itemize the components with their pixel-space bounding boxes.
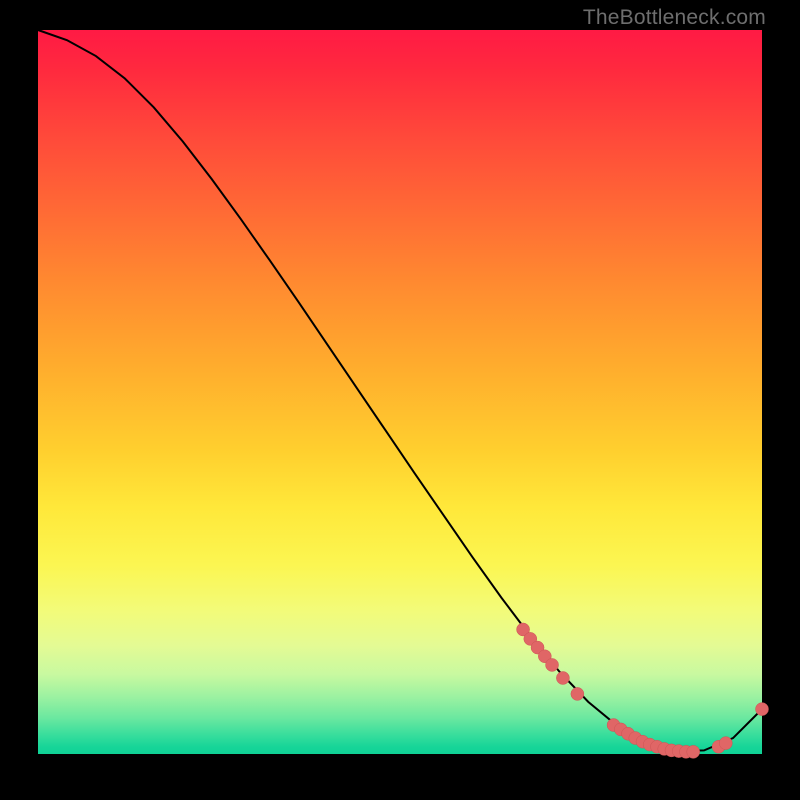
data-marker (571, 687, 584, 700)
data-marker (719, 737, 732, 750)
plot-area (38, 30, 762, 754)
watermark-text: TheBottleneck.com (583, 6, 766, 30)
data-marker (556, 671, 569, 684)
data-marker (687, 745, 700, 758)
chart-overlay (38, 30, 762, 754)
data-marker (546, 658, 559, 671)
curve-line (38, 30, 762, 751)
chart-stage: TheBottleneck.com (0, 0, 800, 800)
data-marker (756, 703, 769, 716)
